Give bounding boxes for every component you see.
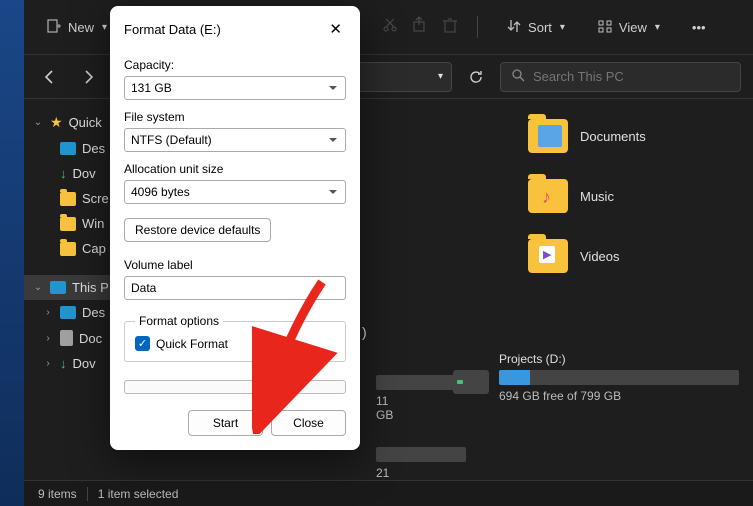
format-options-group: Format options ✓ Quick Format xyxy=(124,314,346,362)
chevron-right-icon: › xyxy=(42,307,54,318)
chevron-down-icon: ▾ xyxy=(102,22,107,33)
start-button[interactable]: Start xyxy=(188,410,263,436)
folder-icon xyxy=(528,239,568,273)
search-input[interactable] xyxy=(533,69,730,84)
status-item-count: 9 items xyxy=(38,487,77,501)
refresh-button[interactable] xyxy=(462,63,490,91)
star-icon: ★ xyxy=(50,114,63,131)
dialog-title: Format Data (E:) xyxy=(124,22,221,37)
chevron-right-icon: › xyxy=(42,333,54,344)
document-icon xyxy=(60,330,73,346)
status-bar: 9 items 1 item selected xyxy=(24,480,753,506)
folder-music[interactable]: Music xyxy=(528,179,614,213)
drive-projects-d[interactable]: Projects (D:) 694 GB free of 799 GB xyxy=(453,352,739,408)
new-icon xyxy=(46,18,62,37)
filesystem-label: File system xyxy=(124,110,346,124)
folder-icon xyxy=(60,217,76,231)
desktop-icon xyxy=(60,306,76,319)
chevron-down-icon: ▾ xyxy=(560,22,565,33)
cut-icon[interactable] xyxy=(381,16,399,39)
new-label: New xyxy=(68,20,94,35)
ellipsis-icon: ••• xyxy=(692,20,706,35)
download-icon: ↓ xyxy=(60,166,67,181)
format-options-legend: Format options xyxy=(135,314,223,328)
search-icon xyxy=(511,68,525,85)
folder-videos[interactable]: Videos xyxy=(528,239,620,273)
search-box[interactable] xyxy=(500,62,741,92)
windows-taskbar xyxy=(0,0,24,506)
quick-format-checkbox[interactable]: ✓ xyxy=(135,336,150,351)
more-button[interactable]: ••• xyxy=(682,14,716,41)
toolbar-divider xyxy=(477,16,478,38)
folder-icon xyxy=(60,242,76,256)
folder-icon xyxy=(60,192,76,206)
desktop-icon xyxy=(60,142,76,155)
restore-defaults-button[interactable]: Restore device defaults xyxy=(124,218,271,242)
new-button[interactable]: New ▾ xyxy=(36,12,117,43)
pc-icon xyxy=(50,281,66,294)
drive-fill xyxy=(499,370,530,385)
volume-label-label: Volume label xyxy=(124,258,346,272)
volume-label-input[interactable]: Data xyxy=(124,276,346,300)
sort-button[interactable]: Sort ▾ xyxy=(496,12,575,43)
view-label: View xyxy=(619,20,647,35)
forward-button[interactable] xyxy=(74,63,102,91)
folder-icon xyxy=(528,119,568,153)
folder-icon xyxy=(528,179,568,213)
view-icon xyxy=(597,18,613,37)
download-icon: ↓ xyxy=(60,356,67,371)
drive-label-partial: ) xyxy=(362,324,367,340)
back-button[interactable] xyxy=(36,63,64,91)
drive-free-partial: 11 GB xyxy=(376,394,393,422)
filesystem-select[interactable]: NTFS (Default) xyxy=(124,128,346,152)
quick-format-label: Quick Format xyxy=(156,337,228,351)
status-selected: 1 item selected xyxy=(98,487,179,501)
drive-free-partial2: 21 GB xyxy=(376,466,393,480)
status-divider xyxy=(87,487,88,501)
chevron-right-icon: › xyxy=(42,358,54,369)
sort-icon xyxy=(506,18,522,37)
chevron-down-icon: ▾ xyxy=(655,22,660,33)
share-icon[interactable] xyxy=(411,16,429,39)
drive-capacity-bar xyxy=(499,370,739,385)
allocation-label: Allocation unit size xyxy=(124,162,346,176)
drive-icon xyxy=(453,370,489,394)
drive-name: Projects (D:) xyxy=(499,352,739,366)
capacity-select[interactable]: 131 GB xyxy=(124,76,346,100)
capacity-label: Capacity: xyxy=(124,58,346,72)
folder-documents[interactable]: Documents xyxy=(528,119,646,153)
trash-icon[interactable] xyxy=(441,16,459,39)
drive-free-text: 694 GB free of 799 GB xyxy=(499,389,739,403)
format-progress-bar xyxy=(124,380,346,394)
chevron-down-icon: ⌄ xyxy=(32,282,44,293)
chevron-down-icon: ⌄ xyxy=(32,117,44,128)
allocation-select[interactable]: 4096 bytes xyxy=(124,180,346,204)
close-button[interactable]: Close xyxy=(271,410,346,436)
format-dialog: Format Data (E:) ✕ Capacity: 131 GB File… xyxy=(110,6,360,450)
chevron-down-icon[interactable]: ▾ xyxy=(438,71,443,82)
drive-bar-partial2 xyxy=(376,447,466,462)
close-icon[interactable]: ✕ xyxy=(325,16,346,42)
view-button[interactable]: View ▾ xyxy=(587,12,670,43)
sort-label: Sort xyxy=(528,20,552,35)
